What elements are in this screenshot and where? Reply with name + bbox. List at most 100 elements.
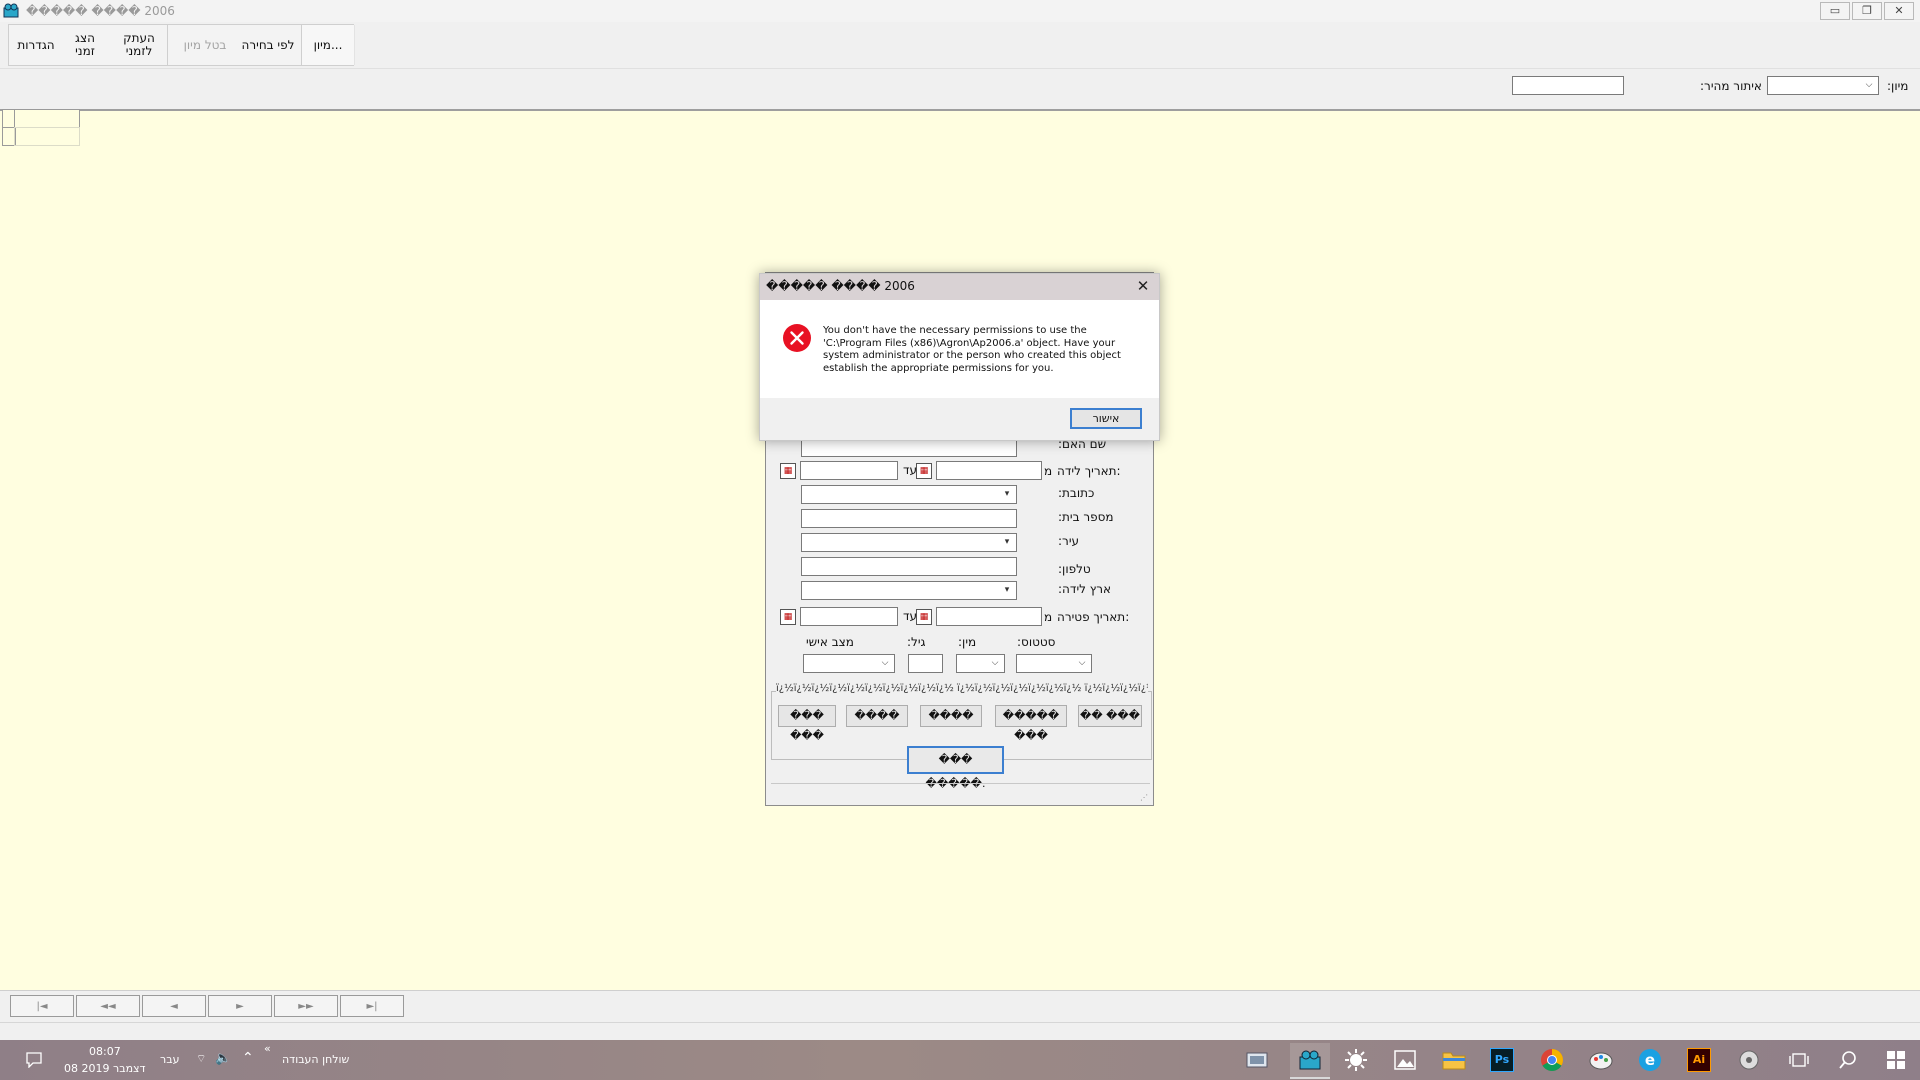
phone-input[interactable] — [801, 557, 1017, 576]
agron-app-icon[interactable] — [1290, 1043, 1330, 1079]
status-bar — [0, 1022, 1920, 1041]
chevron-down-icon: ▾ — [1004, 489, 1010, 499]
calendar-icon[interactable]: ▦ — [780, 609, 796, 625]
copy-temp-label-line2: לזמני — [125, 44, 153, 58]
nav-last-button[interactable]: ►| — [340, 995, 404, 1017]
brightness-icon[interactable] — [1342, 1046, 1370, 1074]
notification-icon[interactable] — [20, 1046, 48, 1074]
search-button[interactable]: ��� �����. — [907, 746, 1004, 790]
nav-next-page-button[interactable]: ►► — [274, 995, 338, 1017]
chevron-down-icon: ⌵ — [881, 658, 889, 668]
chrome-icon[interactable] — [1538, 1046, 1566, 1074]
grid-cell[interactable] — [14, 109, 80, 128]
chevron-down-icon: ⌵ — [991, 658, 999, 668]
windows-start-icon[interactable] — [1882, 1046, 1910, 1074]
dialog-close-button[interactable]: ✕ — [1133, 276, 1153, 296]
phone-label: :טלפון — [1058, 562, 1091, 576]
birth-date-from-input[interactable] — [936, 461, 1042, 480]
birth-country-label: :ארץ לידה — [1058, 582, 1112, 596]
clock-time[interactable]: 08:07 — [89, 1045, 121, 1058]
nav-prev-button[interactable]: ◄ — [142, 995, 206, 1017]
search-icon[interactable] — [1834, 1046, 1862, 1074]
resize-grip-icon[interactable]: ⋰ — [1140, 794, 1148, 802]
dialog-message: You don't have the necessary permissions… — [823, 325, 1121, 374]
show-hidden-icons-icon[interactable]: ⌃ — [242, 1050, 254, 1066]
city-select[interactable]: ▾ — [801, 533, 1017, 552]
close-icon: ✕ — [1894, 4, 1904, 17]
desktop-toolbar-label[interactable]: שולחן העבודה — [282, 1053, 349, 1066]
minimize-button[interactable]: ▭ — [1820, 2, 1850, 20]
calendar-icon[interactable]: ▦ — [916, 609, 932, 625]
from-marker: מ — [1044, 464, 1053, 478]
ie-edge-icon[interactable]: e — [1636, 1046, 1664, 1074]
volume-icon[interactable]: 🔈 — [215, 1051, 231, 1066]
edge-label: e — [1639, 1049, 1661, 1071]
chevron-down-icon: ▾ — [1004, 585, 1010, 595]
sort-select[interactable]: ⌵ — [1767, 76, 1879, 95]
photos-icon[interactable] — [1391, 1046, 1419, 1074]
nav-next-button[interactable]: ► — [208, 995, 272, 1017]
file-explorer-icon[interactable] — [1440, 1046, 1468, 1074]
show-temp-label-line2: זמני — [75, 44, 95, 58]
illustrator-icon[interactable]: Ai — [1685, 1046, 1713, 1074]
option-button-5[interactable]: �� ��� — [1078, 705, 1142, 727]
city-label: :עיר — [1058, 534, 1080, 548]
calendar-icon[interactable]: ▦ — [780, 463, 796, 479]
calendar-icon[interactable]: ▦ — [916, 463, 932, 479]
window-title: ����� ���� 2006 — [26, 4, 175, 18]
paint-icon[interactable] — [1587, 1046, 1615, 1074]
ok-button[interactable]: אישור — [1070, 408, 1142, 429]
option-button-4[interactable]: ����� ��� — [995, 705, 1067, 742]
death-date-from-input[interactable] — [936, 607, 1042, 626]
restore-icon: ❐ — [1862, 4, 1872, 17]
clock-date[interactable]: 08 דצמבר 2019 — [64, 1062, 146, 1075]
status-select[interactable]: ⌵ — [1016, 654, 1092, 673]
from-marker: מ — [1044, 610, 1053, 624]
sort-field-label: :מיון — [1887, 79, 1909, 93]
settings-label: הגדרות — [17, 37, 55, 52]
close-button[interactable]: ✕ — [1884, 2, 1914, 20]
show-temp-button[interactable]: הצג זמני — [65, 25, 105, 65]
cancel-sort-button[interactable]: בטל מיון — [175, 25, 235, 65]
options-group-caption: ï¿½ï¿½ï¿½ï¿½ï¿½ï¿½ï¿½ï¿½ï¿½ï¿½ ï¿½ï¿½ï¿½… — [776, 683, 1148, 697]
address-select[interactable]: ▾ — [801, 485, 1017, 504]
filter-bar: :איתור מהיר ⌵ :מיון — [0, 68, 1920, 111]
marital-status-select[interactable]: ⌵ — [803, 654, 895, 673]
birth-date-to-input[interactable] — [800, 461, 898, 480]
house-number-input[interactable] — [801, 509, 1017, 528]
record-navigation-bar: |◄ ◄◄ ◄ ► ►► ►| — [0, 990, 1920, 1023]
gender-label: :מין — [958, 635, 977, 649]
language-indicator[interactable]: עבר — [160, 1053, 179, 1066]
cancel-sort-label: בטל מיון — [183, 37, 227, 52]
quick-search-input[interactable] — [1512, 76, 1624, 95]
settings-app-icon[interactable] — [1735, 1046, 1763, 1074]
option-button-1[interactable]: ��� ��� — [778, 705, 836, 742]
screen-capture-icon[interactable] — [1243, 1046, 1271, 1074]
windows-taskbar: 08:07 08 דצמבר 2019 עבר ⌔ 🔈 ⌃ שולחן העבו… — [0, 1040, 1920, 1080]
option-button-3[interactable]: ���� — [920, 705, 982, 727]
grid-cell[interactable] — [14, 127, 80, 146]
settings-button[interactable]: הגדרות — [13, 25, 59, 65]
photoshop-icon[interactable]: Ps — [1488, 1046, 1516, 1074]
marital-status-label: מצב אישי — [806, 635, 854, 649]
toolbar: הגדרות הצג זמני העתק לזמני בטל מיון לפי … — [0, 22, 1920, 68]
task-view-icon[interactable] — [1785, 1046, 1813, 1074]
death-date-to-input[interactable] — [800, 607, 898, 626]
age-input[interactable] — [908, 654, 943, 673]
copy-temp-button[interactable]: העתק לזמני — [111, 25, 168, 65]
option-button-2[interactable]: ���� — [846, 705, 908, 727]
birth-country-select[interactable]: ▾ — [801, 581, 1017, 600]
sort-button[interactable]: מיון... — [301, 25, 355, 65]
restore-button[interactable]: ❐ — [1852, 2, 1882, 20]
nav-first-button[interactable]: |◄ — [10, 995, 74, 1017]
gender-select[interactable]: ⌵ — [956, 654, 1005, 673]
by-selection-button[interactable]: לפי בחירה — [235, 25, 301, 65]
desktop-toolbar-chevron[interactable]: « — [264, 1042, 271, 1055]
sort-label: מיון... — [313, 37, 343, 52]
error-dialog: ����� ���� 2006 ✕ You don't have the nec… — [759, 273, 1160, 441]
dialog-body: You don't have the necessary permissions… — [760, 300, 1159, 398]
dialog-titlebar: ����� ���� 2006 ✕ — [760, 274, 1159, 300]
network-icon[interactable]: ⌔ — [196, 1052, 206, 1066]
nav-prev-page-button[interactable]: ◄◄ — [76, 995, 140, 1017]
status-label: :סטטוס — [1017, 635, 1056, 649]
